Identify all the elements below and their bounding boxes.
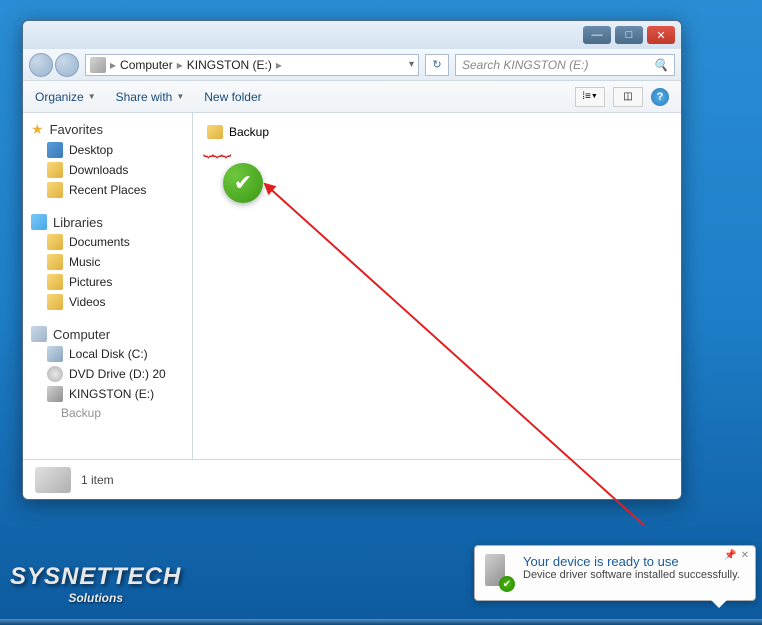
watermark-line1: SYSNETTECH — [10, 563, 181, 591]
device-icon: ✔ — [485, 554, 513, 590]
sidebar-favorites-header[interactable]: ★Favorites — [27, 119, 188, 140]
sidebar-item-dvd-drive[interactable]: DVD Drive (D:) 20 — [27, 364, 188, 384]
sidebar-item-videos[interactable]: Videos — [27, 292, 188, 312]
search-input[interactable]: Search KINGSTON (E:) 🔍 — [455, 54, 675, 76]
sidebar-item-recent-places[interactable]: Recent Places — [27, 180, 188, 200]
chevron-down-icon: ▼ — [176, 92, 184, 101]
annotation-brace: ⏟⏟⏟ — [203, 137, 229, 158]
watermark-line2: Solutions — [10, 591, 181, 605]
breadcrumb-root[interactable]: Computer — [120, 58, 173, 72]
maximize-button[interactable]: □ — [615, 26, 643, 44]
taskbar — [0, 619, 762, 625]
breadcrumb-sep-icon: ▸ — [177, 58, 183, 72]
sidebar-item-kingston[interactable]: KINGSTON (E:) — [27, 384, 188, 404]
libraries-icon — [31, 214, 47, 230]
preview-pane-button[interactable]: ◫ — [613, 87, 643, 107]
forward-button[interactable] — [55, 53, 79, 77]
content-area[interactable]: Backup ⏟⏟⏟ ✔ — [193, 113, 681, 459]
statusbar: 1 item — [23, 459, 681, 499]
annotation-checkmark-icon: ✔ — [223, 163, 263, 203]
chevron-down-icon: ▼ — [88, 92, 96, 101]
sidebar-item-desktop[interactable]: Desktop — [27, 140, 188, 160]
toolbar: Organize▼ Share with▼ New folder ⁞≡ ▼ ◫ … — [23, 81, 681, 113]
sidebar-item-downloads[interactable]: Downloads — [27, 160, 188, 180]
drive-icon — [35, 467, 71, 493]
sidebar-item-local-disk[interactable]: Local Disk (C:) — [27, 344, 188, 364]
status-item-count: 1 item — [81, 473, 114, 487]
pictures-icon — [47, 274, 63, 290]
refresh-button[interactable]: ↻ — [425, 54, 449, 76]
breadcrumb-drive[interactable]: KINGSTON (E:) — [187, 58, 272, 72]
close-icon[interactable]: ✕ — [741, 550, 749, 561]
sidebar: ★Favorites Desktop Downloads Recent Plac… — [23, 113, 193, 459]
folder-icon — [47, 162, 63, 178]
address-bar[interactable]: ▸ Computer ▸ KINGSTON (E:) ▸ ▾ — [85, 54, 419, 76]
documents-icon — [47, 234, 63, 250]
view-options-button[interactable]: ⁞≡ ▼ — [575, 87, 605, 107]
computer-icon — [31, 326, 47, 342]
dvd-icon — [47, 366, 63, 382]
checkmark-icon: ✔ — [499, 576, 515, 592]
sidebar-item-pictures[interactable]: Pictures — [27, 272, 188, 292]
navbar: ▸ Computer ▸ KINGSTON (E:) ▸ ▾ ↻ Search … — [23, 49, 681, 81]
disk-icon — [47, 346, 63, 362]
main-area: ★Favorites Desktop Downloads Recent Plac… — [23, 113, 681, 459]
sidebar-item-backup[interactable]: Backup — [27, 404, 188, 422]
usb-drive-icon — [47, 386, 63, 402]
sidebar-libraries-header[interactable]: Libraries — [27, 212, 188, 232]
search-icon: 🔍 — [653, 58, 668, 72]
close-button[interactable]: ✕ — [647, 26, 675, 44]
pin-icon[interactable]: 📌 — [724, 550, 736, 561]
drive-icon — [90, 57, 106, 73]
videos-icon — [47, 294, 63, 310]
music-icon — [47, 254, 63, 270]
help-button[interactable]: ? — [651, 88, 669, 106]
organize-menu[interactable]: Organize▼ — [35, 90, 96, 104]
sidebar-item-documents[interactable]: Documents — [27, 232, 188, 252]
folder-label: Backup — [229, 125, 269, 139]
notification-body: Device driver software installed success… — [523, 569, 745, 581]
notification-balloon[interactable]: ✔ Your device is ready to use Device dri… — [474, 545, 756, 601]
watermark: SYSNETTECH Solutions — [10, 563, 181, 605]
desktop-icon — [47, 142, 63, 158]
share-menu[interactable]: Share with▼ — [116, 90, 185, 104]
back-button[interactable] — [29, 53, 53, 77]
dropdown-icon[interactable]: ▾ — [409, 59, 414, 70]
sidebar-computer-header[interactable]: Computer — [27, 324, 188, 344]
notification-title: Your device is ready to use — [523, 554, 745, 569]
new-folder-button[interactable]: New folder — [204, 90, 261, 104]
sidebar-item-music[interactable]: Music — [27, 252, 188, 272]
breadcrumb-sep-icon: ▸ — [110, 58, 116, 72]
folder-icon — [47, 182, 63, 198]
minimize-button[interactable]: — — [583, 26, 611, 44]
search-placeholder: Search KINGSTON (E:) — [462, 58, 588, 72]
explorer-window: — □ ✕ ▸ Computer ▸ KINGSTON (E:) ▸ ▾ ↻ S… — [22, 20, 682, 500]
breadcrumb-sep-icon: ▸ — [276, 58, 282, 72]
folder-backup[interactable]: Backup — [203, 123, 671, 141]
star-icon: ★ — [31, 121, 44, 138]
titlebar: — □ ✕ — [23, 21, 681, 49]
